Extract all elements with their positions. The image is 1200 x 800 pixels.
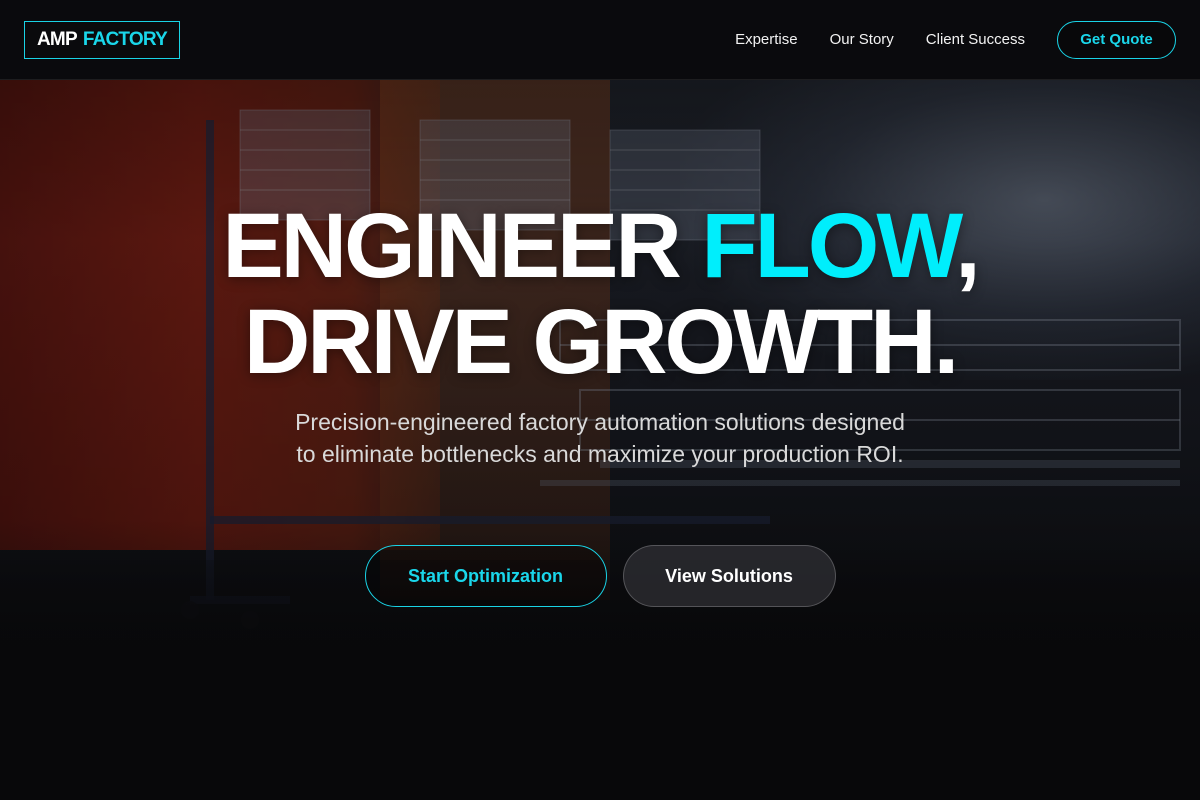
hero-section: ENGINEER FLOW, DRIVE GROWTH. Precision-e… (0, 80, 1200, 800)
site-header: AMP FACTORY Expertise Our Story Client S… (0, 0, 1200, 80)
hero-subtitle: Precision-engineered factory automation … (295, 409, 905, 467)
headline-comma: , (955, 195, 981, 297)
view-solutions-button[interactable]: View Solutions (622, 545, 836, 607)
start-optimization-button[interactable]: Start Optimization (364, 545, 607, 607)
nav-link-our-story[interactable]: Our Story (830, 31, 894, 48)
nav-link-client-success[interactable]: Client Success (926, 31, 1025, 48)
headline-word-engineer: ENGINEER (222, 195, 682, 297)
hero-cta-group: Start Optimization View Solutions (0, 545, 1200, 607)
get-quote-button[interactable]: Get Quote (1057, 20, 1176, 59)
brand-logo-part1: AMP (37, 28, 78, 50)
headline-accent-flow: FLOW (701, 195, 958, 297)
headline-line2: DRIVE GROWTH. (243, 291, 959, 393)
main-nav: Expertise Our Story Client Success Get Q… (735, 20, 1176, 59)
brand-logo[interactable]: AMP FACTORY (24, 20, 180, 59)
brand-logo-part2: FACTORY (82, 28, 168, 50)
hero-headline: ENGINEER FLOW, DRIVE GROWTH. (0, 198, 1200, 390)
nav-link-expertise[interactable]: Expertise (735, 31, 798, 48)
